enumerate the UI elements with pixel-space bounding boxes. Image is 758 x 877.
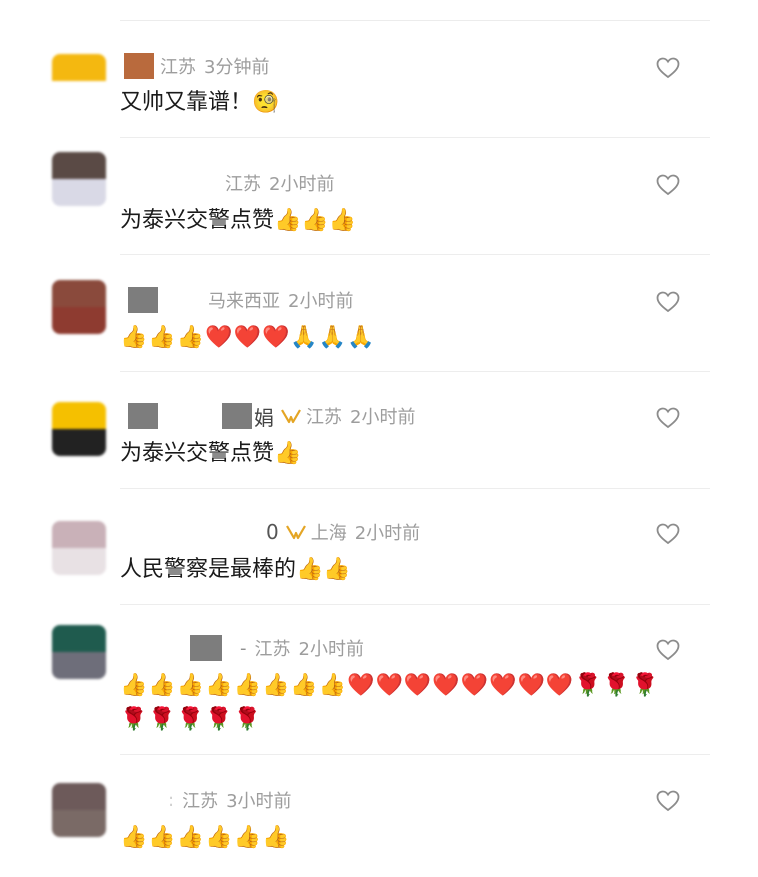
comment-time: 2小时前 (298, 639, 364, 660)
comment-item: 娟 江苏 2小时前 为泰兴交警点赞👍 (0, 372, 758, 489)
avatar[interactable] (52, 521, 106, 575)
comment-location: 江苏 (254, 639, 291, 660)
comment-time: 2小时前 (269, 174, 335, 195)
comment-text-line-1: 👍👍👍👍👍👍👍👍❤️❤️❤️❤️❤️❤️❤️❤️🌹🌹🌹 (120, 673, 660, 698)
heart-outline-icon[interactable] (656, 523, 680, 545)
comment-text: 又帅又靠谱！🧐 (120, 90, 280, 115)
comment-time: 2小时前 (288, 291, 354, 312)
redacted-username (222, 403, 252, 429)
separator: - (240, 637, 247, 659)
avatar[interactable] (52, 54, 106, 108)
comment-time: 3分钟前 (204, 57, 270, 78)
heart-outline-icon[interactable] (656, 291, 680, 313)
heart-outline-icon[interactable] (656, 174, 680, 196)
heart-outline-icon[interactable] (656, 639, 680, 661)
comment-location: 马来西亚 (208, 291, 280, 312)
comment-location: 江苏 (225, 174, 261, 195)
heart-outline-icon[interactable] (656, 57, 680, 79)
comment-time: 2小时前 (350, 407, 416, 428)
gold-ribbon-badge-icon (280, 408, 302, 424)
comment-meta: 江苏 2小时前 (225, 170, 334, 196)
comment-meta: 江苏 3分钟前 (124, 53, 269, 79)
avatar[interactable] (52, 152, 106, 206)
avatar[interactable] (52, 783, 106, 837)
comment-username: 娟 (254, 405, 274, 430)
comment-location: 江苏 (182, 791, 219, 812)
comment-meta: 娟 江苏 2小时前 (128, 403, 416, 430)
gold-ribbon-badge-icon (285, 524, 307, 540)
comment-item: 0 上海 2小时前 人民警察是最棒的👍👍 (0, 489, 758, 605)
comment-meta: : 江苏 3小时前 (168, 787, 292, 813)
comment-text: 👍👍👍👍👍👍 (120, 825, 291, 850)
avatar[interactable] (52, 625, 106, 679)
comment-time: 3小时前 (226, 791, 292, 812)
comment-meta: 马来西亚 2小时前 (128, 287, 353, 313)
avatar[interactable] (52, 402, 106, 456)
comment-location: 江苏 (160, 57, 196, 78)
comment-text: 为泰兴交警点赞👍 (120, 441, 302, 466)
comment-text-line-2: 🌹🌹🌹🌹🌹 (120, 707, 262, 732)
heart-outline-icon[interactable] (656, 790, 680, 812)
heart-outline-icon[interactable] (656, 407, 680, 429)
redacted-username (190, 635, 222, 661)
comment-text: 👍👍👍❤️❤️❤️🙏🙏🙏 (120, 325, 376, 350)
comment-time: 2小时前 (354, 523, 421, 544)
comment-text: 人民警察是最棒的👍👍 (120, 557, 351, 582)
redacted-username (128, 403, 158, 429)
comment-item: 马来西亚 2小时前 👍👍👍❤️❤️❤️🙏🙏🙏 (0, 255, 758, 372)
comment-meta: - 江苏 2小时前 (190, 635, 364, 661)
comment-username: 0 (266, 520, 279, 544)
comment-item: 江苏 3分钟前 又帅又靠谱！🧐 (0, 20, 758, 138)
redacted-username (128, 287, 158, 313)
separator: : (168, 789, 175, 811)
comment-meta: 0 上海 2小时前 (266, 519, 420, 545)
comment-item: : 江苏 3小时前 👍👍👍👍👍👍 (0, 755, 758, 877)
avatar[interactable] (52, 280, 106, 334)
comment-location: 江苏 (306, 407, 342, 428)
comment-location: 上海 (310, 523, 347, 544)
comment-item: - 江苏 2小时前 👍👍👍👍👍👍👍👍❤️❤️❤️❤️❤️❤️❤️❤️🌹🌹🌹 🌹🌹… (0, 605, 758, 755)
comment-item: 江苏 2小时前 为泰兴交警点赞👍👍👍 (0, 138, 758, 255)
comment-text: 为泰兴交警点赞👍👍👍 (120, 208, 357, 233)
redacted-username (124, 53, 154, 79)
